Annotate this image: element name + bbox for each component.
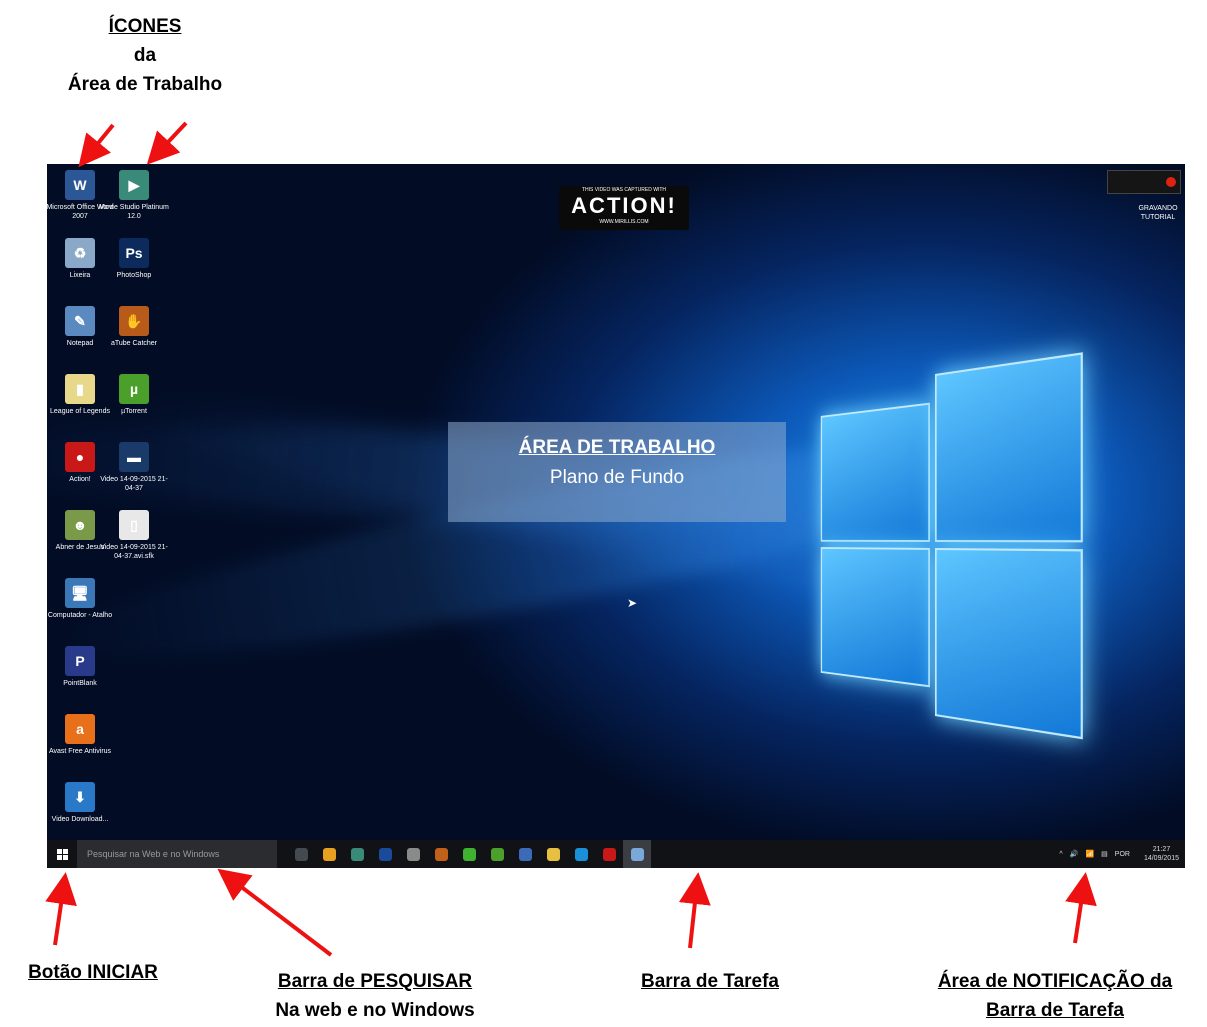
arrow-word-icon <box>78 123 115 168</box>
label-start-button: Botão INICIAR <box>28 962 158 983</box>
arrow-taskbar <box>678 872 711 949</box>
label-notification-area: Área de NOTIFICAÇÃO da Barra de Tarefa <box>905 967 1205 1025</box>
label-taskbar: Barra de Tarefa <box>641 971 779 992</box>
arrow-notification-area <box>1065 872 1097 944</box>
label-notif-line-1: Área de NOTIFICAÇÃO da <box>937 971 1173 992</box>
label-search-bar: Barra de PESQUISAR Na web e no Windows <box>230 967 520 1025</box>
arrow-start-button <box>45 872 77 946</box>
arrow-movie-icon <box>146 121 188 165</box>
label-search-line-1: Barra de PESQUISAR <box>277 971 473 992</box>
label-notif-line-2: Barra de Tarefa <box>986 1000 1124 1021</box>
label-search-line-2: Na web e no Windows <box>275 1000 475 1021</box>
arrow-search-bar <box>217 868 333 957</box>
annotation-arrows <box>45 121 1097 957</box>
